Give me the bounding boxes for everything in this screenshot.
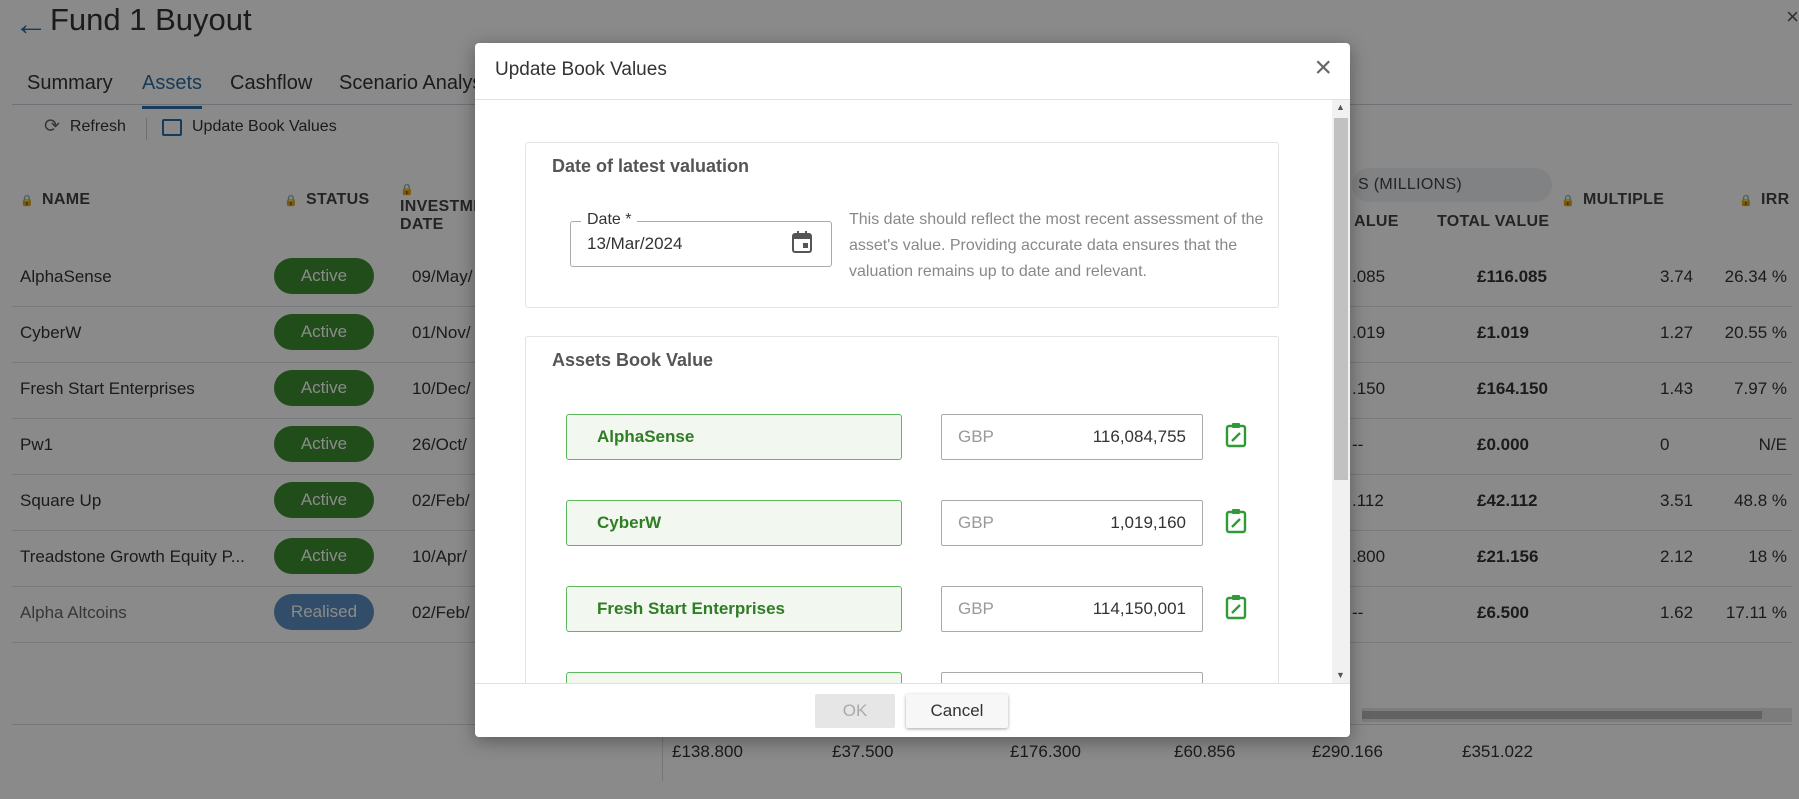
close-icon[interactable]: × — [1314, 53, 1332, 83]
scroll-up-icon[interactable]: ▲ — [1336, 102, 1345, 112]
asset-name-box: AlphaSense — [566, 414, 902, 460]
section-title: Date of latest valuation — [552, 156, 750, 176]
clipboard-edit-icon[interactable] — [1224, 594, 1248, 620]
calendar-icon[interactable] — [791, 230, 813, 254]
currency-label: GBP — [958, 427, 994, 446]
asset-book-value-row — [566, 672, 1276, 683]
currency-label: GBP — [958, 599, 994, 618]
book-value-input[interactable]: GBP 114,150,001 — [941, 586, 1203, 632]
asset-book-value-row: Fresh Start Enterprises GBP 114,150,001 — [566, 586, 1276, 634]
dialog-footer: OK Cancel — [475, 683, 1350, 738]
asset-book-value-row: AlphaSense GBP 116,084,755 — [566, 414, 1276, 462]
currency-label: GBP — [958, 513, 994, 532]
book-value-amount: 116,084,755 — [1092, 427, 1186, 446]
asset-name-box: Fresh Start Enterprises — [566, 586, 902, 632]
book-value-amount: 1,019,160 — [1110, 513, 1186, 532]
clipboard-edit-icon[interactable] — [1224, 508, 1248, 534]
book-value-amount: 114,150,001 — [1092, 599, 1186, 618]
date-value: 13/Mar/2024 — [587, 234, 683, 253]
asset-name-label: CyberW — [597, 513, 662, 532]
book-value-input[interactable]: GBP 1,019,160 — [941, 500, 1203, 546]
section-title: Assets Book Value — [552, 350, 714, 370]
assets-book-value-card: Assets Book Value AlphaSense GBP 116,084,7… — [525, 336, 1279, 683]
dialog-header: Update Book Values × — [475, 43, 1350, 100]
scroll-thumb[interactable] — [1334, 118, 1348, 480]
dialog-title: Update Book Values — [495, 59, 667, 80]
asset-name-box — [566, 672, 902, 683]
valuation-date-card: Date of latest valuation Date * 13/Mar/2… — [525, 142, 1279, 308]
asset-book-value-row: CyberW GBP 1,019,160 — [566, 500, 1276, 548]
book-value-input[interactable] — [941, 672, 1203, 683]
dialog-scrollbar[interactable]: ▲ ▼ — [1332, 100, 1350, 683]
date-help-text: This date should reflect the most recent… — [849, 211, 1264, 280]
update-book-values-dialog: Update Book Values × Date of latest valu… — [475, 43, 1350, 737]
asset-name-label: Fresh Start Enterprises — [597, 599, 786, 618]
asset-name-box: CyberW — [566, 500, 902, 546]
ok-button[interactable]: OK — [815, 694, 895, 728]
date-field[interactable]: Date * 13/Mar/2024 — [570, 211, 832, 267]
dialog-body: Date of latest valuation Date * 13/Mar/2… — [475, 100, 1350, 683]
scroll-down-icon[interactable]: ▼ — [1336, 670, 1345, 680]
date-label: Date * — [581, 211, 638, 229]
book-value-input[interactable]: GBP 116,084,755 — [941, 414, 1203, 460]
cancel-button[interactable]: Cancel — [906, 694, 1008, 728]
asset-name-label: AlphaSense — [597, 427, 695, 446]
clipboard-edit-icon[interactable] — [1224, 422, 1248, 448]
